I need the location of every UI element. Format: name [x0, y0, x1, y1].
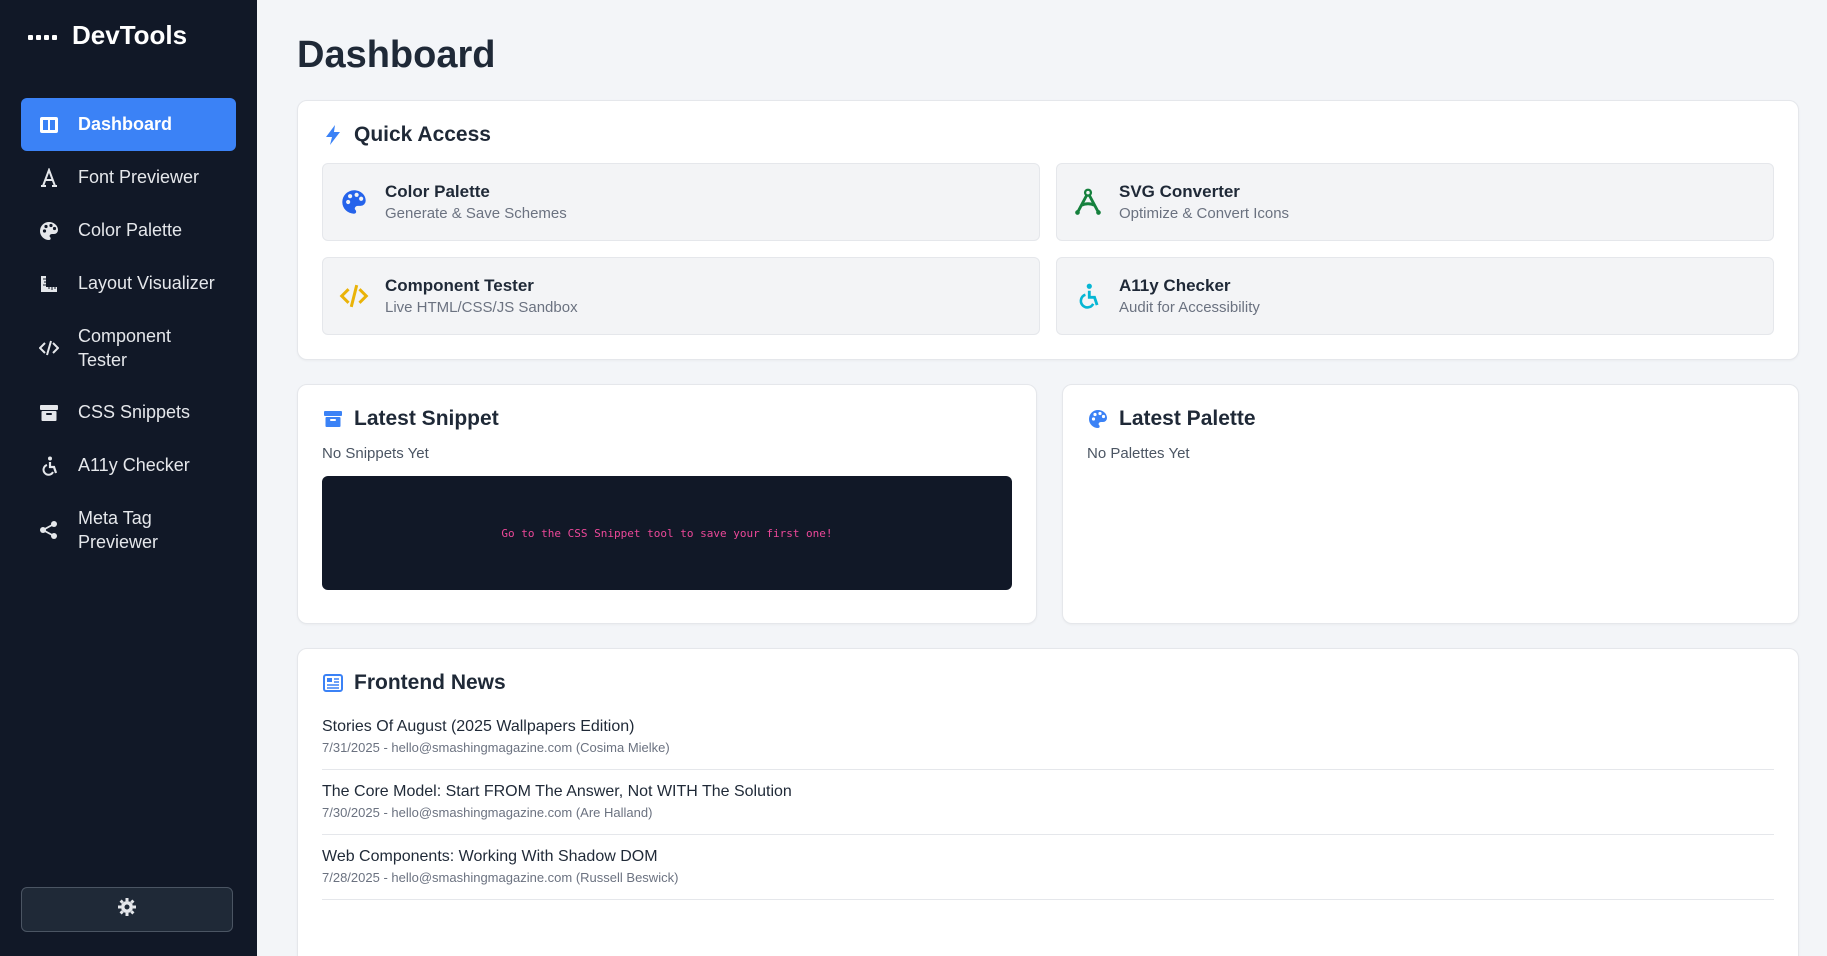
font-icon — [39, 167, 59, 188]
sidebar-item-font-previewer[interactable]: Font Previewer — [21, 151, 236, 204]
sidebar-item-layout-visualizer[interactable]: Layout Visualizer — [21, 257, 236, 310]
snippet-placeholder-text: Go to the CSS Snippet tool to save your … — [501, 526, 833, 540]
news-item[interactable]: The Core Model: Start FROM The Answer, N… — [322, 770, 1774, 835]
news-item[interactable]: Web Components: Working With Shadow DOM … — [322, 835, 1774, 900]
app-title: DevTools — [72, 19, 188, 50]
section-title: Quick Access — [354, 123, 491, 146]
latest-palette-card: Latest Palette No Palettes Yet — [1062, 384, 1799, 624]
sidebar-item-label: Meta Tag Previewer — [78, 508, 159, 552]
palette-icon — [39, 221, 59, 241]
section-title: Latest Snippet — [354, 407, 499, 430]
section-title: Latest Palette — [1119, 407, 1256, 430]
sidebar-item-label: Dashboard — [78, 114, 173, 134]
sidebar-item-dashboard[interactable]: Dashboard — [21, 98, 236, 151]
palette-empty-text: No Palettes Yet — [1087, 445, 1190, 462]
pen-tool-icon — [1073, 187, 1103, 217]
sidebar-item-label: Color Palette — [78, 220, 183, 240]
sidebar: DevTools Dashboard Font Previewer Color … — [0, 0, 257, 956]
sidebar-item-a11y-checker[interactable]: A11y Checker — [21, 439, 236, 492]
news-meta: 7/28/2025 - hello@smashingmagazine.com (… — [322, 870, 679, 885]
frontend-news-card: Frontend News Stories Of August (2025 Wa… — [297, 648, 1799, 956]
sidebar-item-label: Component Tester — [78, 326, 172, 370]
quick-access-title: A11y Checker — [1119, 276, 1231, 295]
quick-access-subtitle: Optimize & Convert Icons — [1119, 205, 1290, 222]
sidebar-item-meta-tag-previewer[interactable]: Meta Tag Previewer — [21, 492, 236, 568]
palette-icon — [339, 187, 369, 217]
quick-access-title: SVG Converter — [1119, 182, 1240, 201]
grip-icon — [28, 34, 57, 40]
main-content: Dashboard Quick Access Color Palette Gen… — [257, 0, 1827, 956]
quick-access-card: Quick Access Color Palette Generate & Sa… — [297, 100, 1799, 360]
palette-icon — [1087, 408, 1109, 430]
latest-palette-heading: Latest Palette — [1087, 407, 1774, 431]
dashboard-icon — [39, 115, 59, 135]
quick-access-heading: Quick Access — [322, 123, 1774, 147]
sidebar-item-label: Layout Visualizer — [78, 273, 215, 293]
sidebar-item-color-palette[interactable]: Color Palette — [21, 204, 236, 257]
bolt-icon — [322, 124, 344, 146]
gear-icon — [117, 897, 137, 922]
quick-access-a11y-checker[interactable]: A11y Checker Audit for Accessibility — [1056, 257, 1774, 335]
sidebar-item-label: CSS Snippets — [78, 402, 191, 422]
quick-access-subtitle: Generate & Save Schemes — [385, 205, 567, 222]
quick-access-subtitle: Audit for Accessibility — [1119, 299, 1260, 316]
news-title: Web Components: Working With Shadow DOM — [322, 848, 658, 865]
section-title: Frontend News — [354, 671, 506, 694]
quick-access-subtitle: Live HTML/CSS/JS Sandbox — [385, 299, 578, 316]
archive-icon — [39, 403, 59, 423]
code-icon — [339, 281, 369, 311]
settings-button[interactable] — [21, 887, 233, 932]
sidebar-item-css-snippets[interactable]: CSS Snippets — [21, 386, 236, 439]
news-item[interactable]: Stories Of August (2025 Wallpapers Editi… — [322, 705, 1774, 770]
snippet-empty-text: No Snippets Yet — [322, 445, 429, 462]
latest-snippet-heading: Latest Snippet — [322, 407, 1012, 431]
quick-access-grid: Color Palette Generate & Save Schemes SV… — [322, 163, 1774, 335]
quick-access-title: Component Tester — [385, 276, 534, 295]
sidebar-nav: Dashboard Font Previewer Color Palette L… — [0, 70, 257, 568]
sidebar-item-component-tester[interactable]: Component Tester — [21, 310, 236, 386]
newspaper-icon — [322, 672, 344, 694]
ruler-icon — [39, 274, 59, 294]
news-meta: 7/31/2025 - hello@smashingmagazine.com (… — [322, 740, 670, 755]
sidebar-item-label: A11y Checker — [78, 455, 190, 475]
page-title: Dashboard — [297, 34, 496, 76]
sidebar-item-label: Font Previewer — [78, 167, 200, 187]
news-list: Stories Of August (2025 Wallpapers Editi… — [322, 705, 1774, 900]
share-icon — [39, 520, 59, 540]
accessibility-icon — [1073, 281, 1103, 311]
brand: DevTools — [0, 0, 257, 70]
quick-access-component-tester[interactable]: Component Tester Live HTML/CSS/JS Sandbo… — [322, 257, 1040, 335]
accessibility-icon — [39, 456, 59, 476]
quick-access-title: Color Palette — [385, 182, 490, 201]
news-title: The Core Model: Start FROM The Answer, N… — [322, 783, 792, 800]
snippet-code-preview: Go to the CSS Snippet tool to save your … — [322, 476, 1012, 590]
quick-access-color-palette[interactable]: Color Palette Generate & Save Schemes — [322, 163, 1040, 241]
quick-access-svg-converter[interactable]: SVG Converter Optimize & Convert Icons — [1056, 163, 1774, 241]
archive-icon — [322, 408, 344, 430]
news-title: Stories Of August (2025 Wallpapers Editi… — [322, 718, 635, 735]
news-meta: 7/30/2025 - hello@smashingmagazine.com (… — [322, 805, 653, 820]
latest-snippet-card: Latest Snippet No Snippets Yet Go to the… — [297, 384, 1037, 624]
code-icon — [39, 338, 59, 358]
frontend-news-heading: Frontend News — [322, 671, 1774, 695]
widgets-row: Latest Snippet No Snippets Yet Go to the… — [297, 384, 1799, 624]
